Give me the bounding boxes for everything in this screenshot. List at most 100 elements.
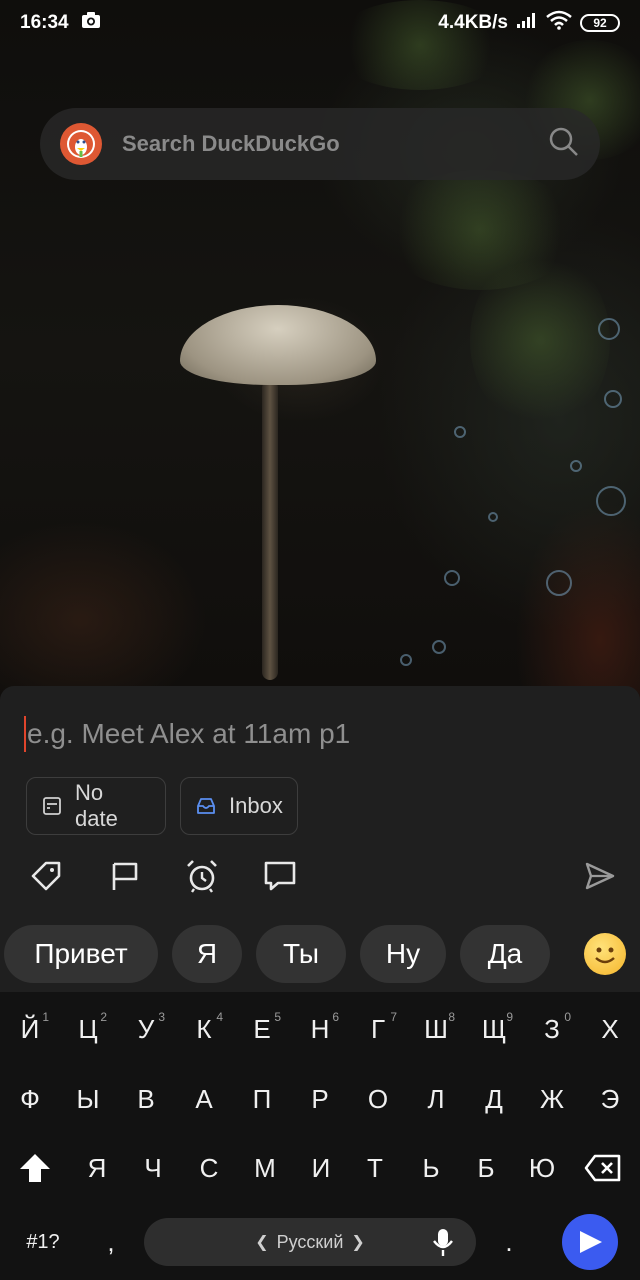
suggestion-item[interactable]: Ну	[360, 925, 446, 983]
flag-icon[interactable]	[104, 856, 144, 896]
key-letter[interactable]: Ч	[124, 1139, 182, 1197]
send-arrow-icon	[580, 1231, 602, 1253]
key-hint: 7	[390, 1010, 397, 1024]
lichen-dot	[488, 512, 498, 522]
key-letter[interactable]: В	[117, 1070, 175, 1128]
key-hint: 6	[332, 1010, 339, 1024]
microphone-icon[interactable]	[414, 1213, 472, 1271]
key-letter[interactable]: А	[175, 1070, 233, 1128]
key-letter[interactable]: Ц2	[59, 1000, 117, 1058]
key-hint: 2	[100, 1010, 107, 1024]
lichen-dot	[444, 570, 460, 586]
wallpaper	[0, 0, 640, 700]
key-letter[interactable]: Щ9	[465, 1000, 523, 1058]
key-letter[interactable]: Б	[457, 1139, 515, 1197]
lichen-dot	[400, 654, 412, 666]
key-label: Ш	[424, 1013, 448, 1044]
key-hint: 4	[216, 1010, 223, 1024]
comment-icon[interactable]	[260, 856, 300, 896]
emoji-icon[interactable]	[584, 933, 626, 975]
task-title-input[interactable]: e.g. Meet Alex at 11am p1	[24, 712, 614, 756]
key-hint: 0	[564, 1010, 571, 1024]
keyboard-suggestion-bar: Привет Я Ты Ну Да	[0, 916, 640, 992]
lichen-dot	[598, 318, 620, 340]
lichen-dot	[432, 640, 446, 654]
language-next: ❯	[351, 1234, 365, 1251]
lichen-dot	[596, 486, 626, 516]
key-letter[interactable]: Я	[68, 1139, 126, 1197]
key-label: Х	[601, 1013, 619, 1044]
keyboard: Й1 Ц2 У3 К4 Е5 Н6 Г7 Ш8 Щ9 З0 Х Ф Ы В А …	[0, 992, 640, 1280]
period-key[interactable]: .	[480, 1213, 538, 1271]
key-label: Н	[310, 1013, 330, 1044]
key-letter[interactable]: Н6	[291, 1000, 349, 1058]
language-label: Русский	[276, 1231, 344, 1252]
project-label: Inbox	[229, 793, 283, 818]
text-caret	[24, 716, 26, 752]
project-chip[interactable]: Inbox	[180, 777, 298, 835]
lichen-dot	[546, 570, 572, 596]
key-letter[interactable]: Э	[581, 1070, 639, 1128]
key-letter[interactable]: Ф	[1, 1070, 59, 1128]
key-letter[interactable]: Ь	[402, 1139, 460, 1197]
duckduckgo-logo	[60, 123, 102, 165]
backspace-icon	[584, 1154, 621, 1182]
search-icon[interactable]	[548, 126, 580, 163]
status-bar: 16:34 4.4KB/s 92	[0, 0, 640, 46]
duckduckgo-search-widget[interactable]: Search DuckDuckGo	[40, 108, 600, 180]
battery-level: 92	[593, 16, 607, 30]
key-letter[interactable]: И	[292, 1139, 350, 1197]
language-prev: ❮	[255, 1234, 269, 1251]
key-letter[interactable]: Е5	[233, 1000, 291, 1058]
key-letter[interactable]: Ж	[523, 1070, 581, 1128]
key-letter[interactable]: П	[233, 1070, 291, 1128]
lichen-dot	[570, 460, 582, 472]
key-letter[interactable]: Р	[291, 1070, 349, 1128]
shift-icon	[20, 1154, 50, 1182]
key-letter[interactable]: О	[349, 1070, 407, 1128]
key-letter[interactable]: С	[180, 1139, 238, 1197]
backspace-key[interactable]	[574, 1139, 632, 1197]
wifi-icon	[546, 10, 572, 36]
key-letter[interactable]: Ы	[59, 1070, 117, 1128]
key-letter[interactable]: У3	[117, 1000, 175, 1058]
key-letter[interactable]: Т	[346, 1139, 404, 1197]
key-letter[interactable]: Ш8	[407, 1000, 465, 1058]
key-letter[interactable]: М	[236, 1139, 294, 1197]
key-letter[interactable]: К4	[175, 1000, 233, 1058]
key-label: К	[196, 1013, 212, 1044]
shift-key[interactable]	[6, 1139, 64, 1197]
key-label: Ц	[78, 1013, 98, 1044]
send-icon[interactable]	[580, 856, 620, 896]
comma-key[interactable]: ,	[82, 1213, 140, 1271]
key-label: Е	[253, 1013, 271, 1044]
key-letter[interactable]: Й1	[1, 1000, 59, 1058]
due-date-label: No date	[75, 780, 118, 831]
network-speed: 4.4KB/s	[438, 12, 508, 33]
moss-patch	[470, 250, 610, 430]
key-hint: 3	[158, 1010, 165, 1024]
key-letter[interactable]: Г7	[349, 1000, 407, 1058]
battery-icon: 92	[580, 14, 620, 32]
key-label: З	[544, 1013, 560, 1044]
key-letter[interactable]: Л	[407, 1070, 465, 1128]
key-label: Щ	[481, 1013, 507, 1044]
symbols-key[interactable]: #1?	[12, 1213, 74, 1271]
key-letter[interactable]: Д	[465, 1070, 523, 1128]
suggestion-item[interactable]: Ты	[256, 925, 346, 983]
task-input-placeholder: e.g. Meet Alex at 11am p1	[27, 718, 351, 749]
lichen-dot	[604, 390, 622, 408]
tag-icon[interactable]	[26, 856, 66, 896]
key-letter[interactable]: Х	[581, 1000, 639, 1058]
alarm-icon[interactable]	[182, 856, 222, 896]
key-letter[interactable]: Ю	[513, 1139, 571, 1197]
search-placeholder: Search DuckDuckGo	[122, 131, 340, 156]
suggestion-item[interactable]: Да	[460, 925, 550, 983]
signal-icon	[516, 11, 538, 35]
enter-key[interactable]	[562, 1214, 618, 1270]
due-date-chip[interactable]: No date	[26, 777, 166, 835]
suggestion-item[interactable]: Я	[172, 925, 242, 983]
key-letter[interactable]: З0	[523, 1000, 581, 1058]
key-hint: 8	[448, 1010, 455, 1024]
suggestion-item[interactable]: Привет	[4, 925, 158, 983]
